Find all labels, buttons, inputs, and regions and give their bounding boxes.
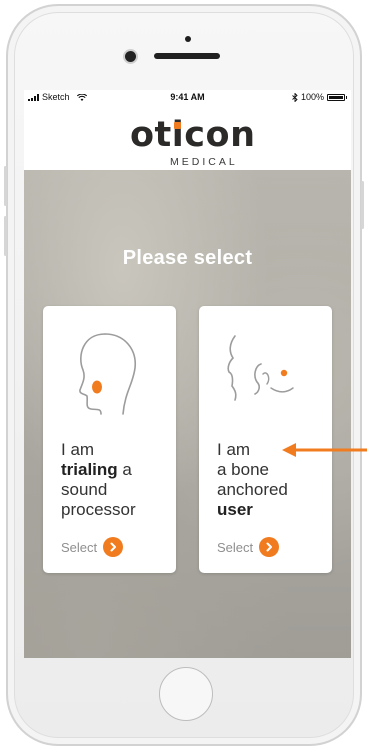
battery-percent: 100% <box>300 92 324 102</box>
card-emphasis: user <box>217 500 253 519</box>
select-button[interactable]: Select <box>61 537 124 557</box>
chevron-right-icon <box>103 537 124 557</box>
app-screen: Sketch 9:41 AM 100% oticon MEDICAL Pleas… <box>24 90 351 658</box>
card-line: user <box>217 500 327 520</box>
pointer-arrow <box>282 443 367 457</box>
card-line: anchored <box>217 480 288 499</box>
card-emphasis: trialing <box>61 460 118 479</box>
card-text: I am trialing a sound processor <box>61 440 171 520</box>
power-button <box>361 181 364 229</box>
battery-icon <box>327 93 347 101</box>
status-right: 100% <box>292 92 347 102</box>
card-line-rest: a <box>117 460 132 479</box>
brand-header: oticon MEDICAL <box>24 108 351 168</box>
logo-subtext: MEDICAL <box>170 156 238 168</box>
volume-button <box>4 216 7 256</box>
status-bar: Sketch 9:41 AM 100% <box>24 90 351 104</box>
chevron-right-icon <box>259 537 280 557</box>
select-label: Select <box>61 539 98 555</box>
volume-button <box>4 166 7 206</box>
select-button[interactable]: Select <box>217 537 280 557</box>
home-button[interactable] <box>159 667 213 721</box>
page-title: Please select <box>122 247 253 269</box>
hero-background: Please select I am trialing a sound proc… <box>24 170 351 658</box>
sensor-dot <box>185 36 191 42</box>
ear-implant-icon <box>227 335 294 401</box>
front-camera <box>125 51 136 62</box>
card-line: a bone <box>217 460 269 479</box>
logo-accent-dot <box>174 122 181 129</box>
bluetooth-icon <box>292 92 298 102</box>
option-card-bone-anchored[interactable]: I am a bone anchored user Select <box>199 306 332 573</box>
card-line: sound <box>61 480 108 499</box>
select-label: Select <box>217 539 254 555</box>
head-profile-icon <box>79 333 136 415</box>
card-line: processor <box>61 500 136 519</box>
earpiece-speaker <box>154 53 220 59</box>
option-card-trialing[interactable]: I am trialing a sound processor Select <box>43 306 176 573</box>
card-line: trialing a <box>61 460 171 480</box>
logo-wordmark: oticon <box>130 115 256 155</box>
card-line: I am <box>61 440 95 459</box>
